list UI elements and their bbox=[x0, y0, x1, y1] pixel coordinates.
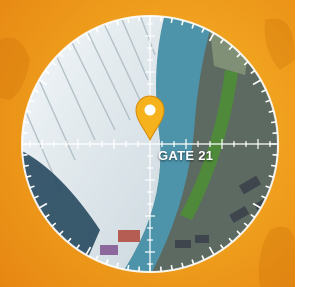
ring-tick bbox=[270, 164, 277, 168]
ring-tick bbox=[170, 17, 174, 24]
ring-tick bbox=[23, 120, 30, 124]
ring-tick bbox=[126, 17, 130, 24]
ring-tick bbox=[170, 264, 174, 271]
map-scope-view: GATE 21 bbox=[0, 0, 295, 287]
marker-label: GATE 21 bbox=[158, 148, 214, 163]
ring-tick bbox=[126, 264, 130, 271]
ring-tick bbox=[270, 120, 277, 124]
ring-tick bbox=[23, 164, 30, 168]
scope-graphic bbox=[0, 15, 295, 287]
